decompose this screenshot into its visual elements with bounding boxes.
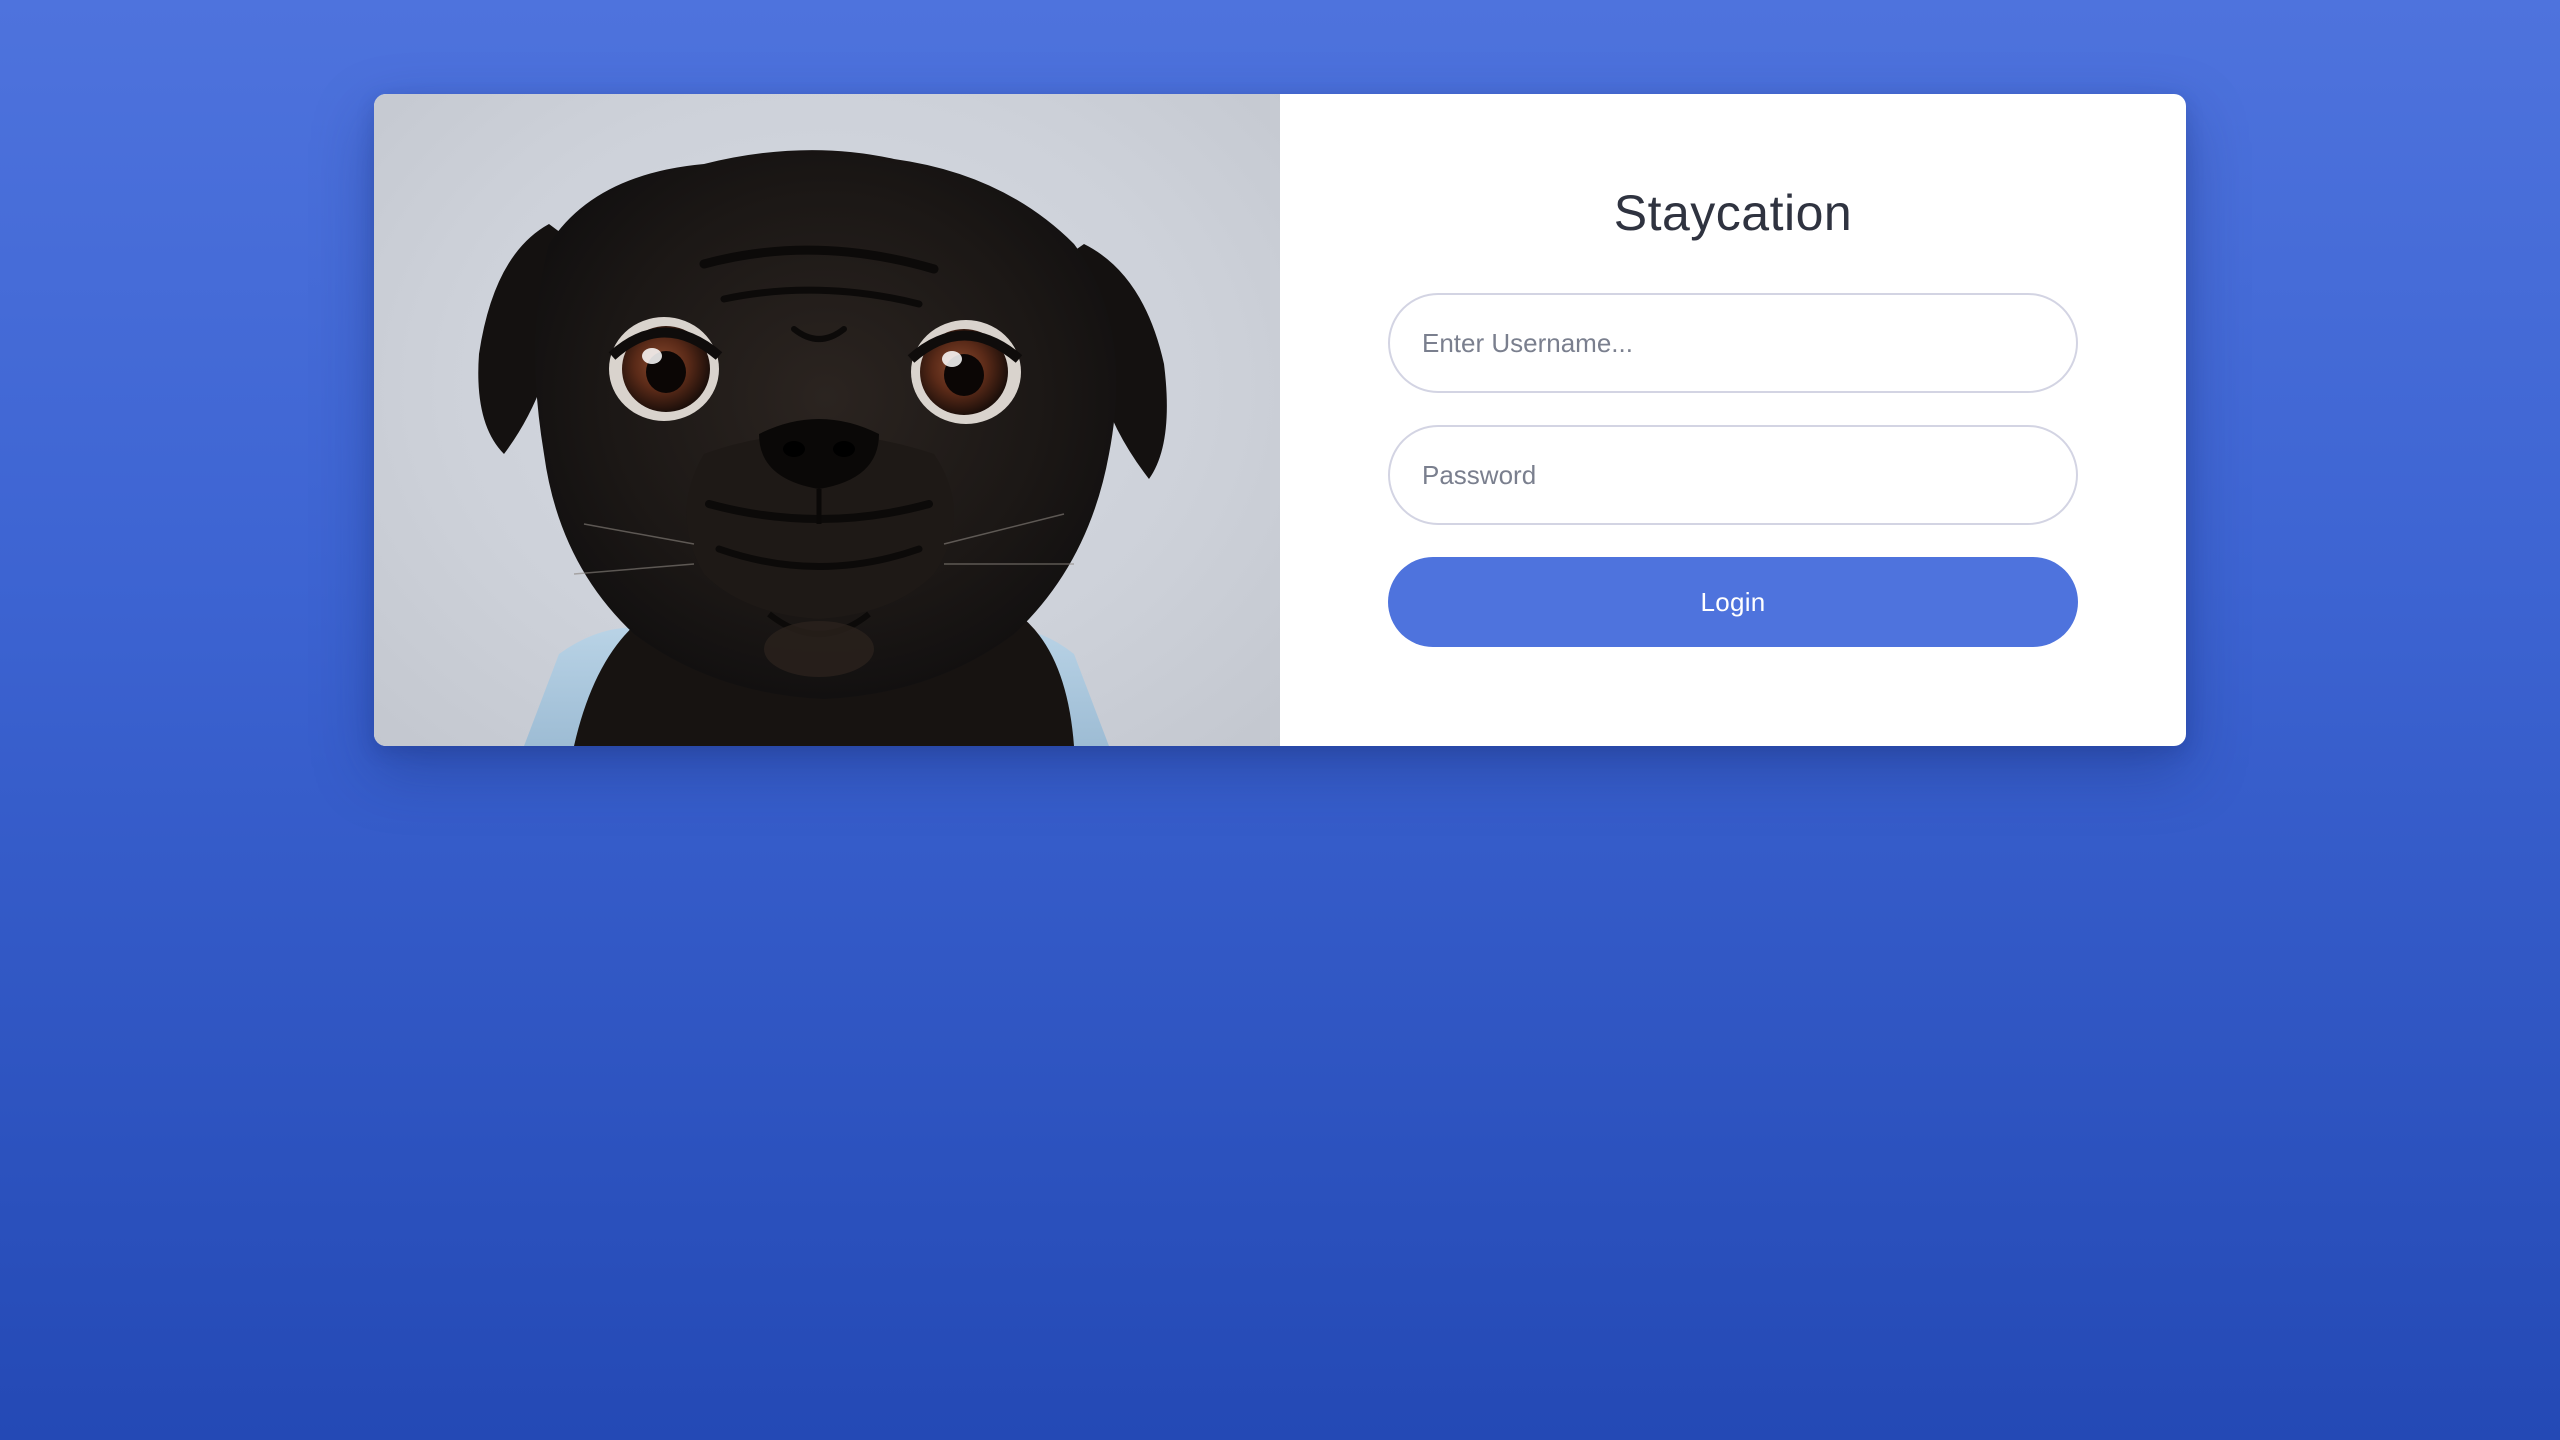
login-card: Staycation Login [374,94,2186,746]
pug-photo [374,94,1280,746]
pug-illustration [478,150,1167,746]
login-form: Staycation Login [1280,94,2186,746]
username-input[interactable] [1388,293,2078,393]
login-button[interactable]: Login [1388,557,2078,647]
password-input[interactable] [1388,425,2078,525]
app-title: Staycation [1613,185,1853,241]
